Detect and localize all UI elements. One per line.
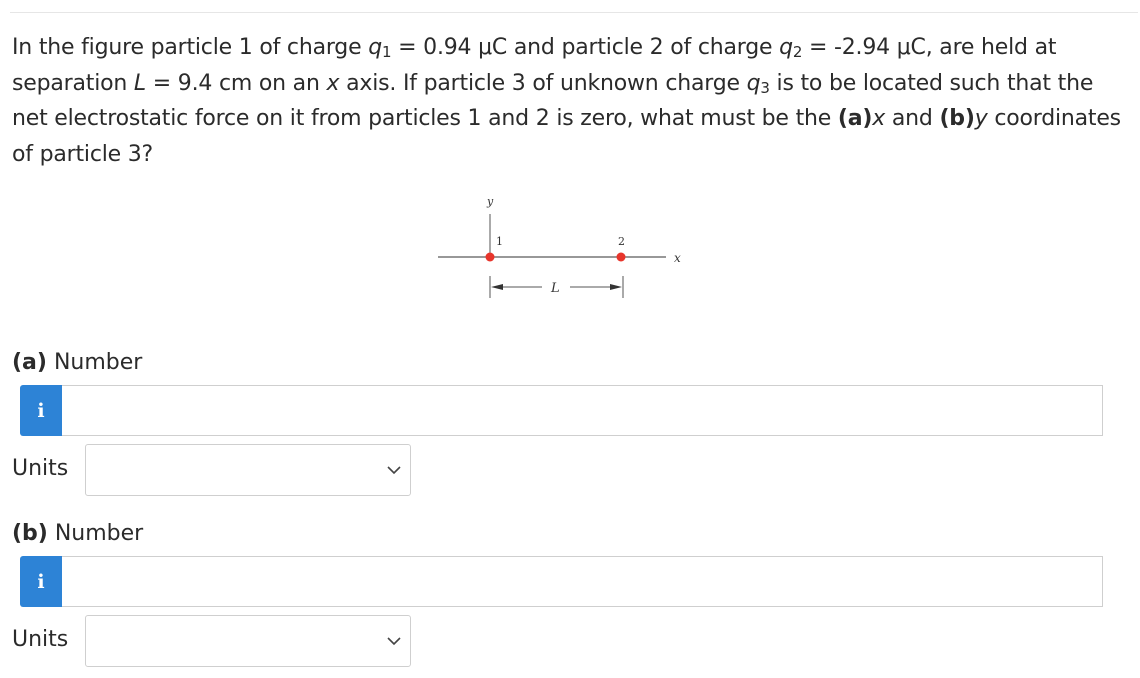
- question-segment: and: [885, 106, 940, 131]
- part-a-label-text: Number: [46, 350, 143, 375]
- part-b-info-button[interactable]: i: [20, 556, 62, 607]
- part-a-units-label: Units: [12, 456, 69, 481]
- question-text: In the figure particle 1 of charge q1 = …: [12, 30, 1132, 172]
- q3-symbol: q: [746, 70, 761, 96]
- question-segment: In the figure particle 1 of charge: [12, 35, 369, 60]
- info-icon: i: [37, 570, 45, 593]
- x-axis-label: x: [674, 251, 681, 265]
- part-b-number-input[interactable]: [62, 556, 1103, 607]
- separation-label: L: [550, 281, 560, 296]
- particle-1-label: 1: [496, 235, 503, 248]
- particle-figure: y x 1 2 L: [438, 190, 698, 310]
- q2-subscript: 2: [792, 43, 803, 61]
- chevron-down-icon: [387, 637, 401, 646]
- x-variable: x: [872, 106, 886, 131]
- particle-2-label: 2: [618, 235, 625, 248]
- q2-symbol: q: [779, 35, 793, 60]
- arrow-right-icon: [610, 284, 622, 290]
- question-segment: = 9.4 cm on an: [145, 70, 327, 96]
- top-divider: [10, 12, 1138, 13]
- x-symbol: x: [326, 70, 340, 96]
- part-a-units-select[interactable]: [85, 444, 411, 496]
- part-b-label-tag: (b): [12, 521, 48, 546]
- arrow-left-icon: [491, 284, 503, 290]
- particle-figure-svg: y x 1 2 L: [438, 195, 681, 298]
- part-a-tag: (a): [837, 106, 873, 131]
- q1-symbol: q: [368, 35, 382, 60]
- part-a-label-tag: (a): [12, 350, 47, 375]
- q1-subscript: 1: [381, 43, 392, 61]
- part-b-label-text: Number: [47, 521, 144, 546]
- part-b-units-select[interactable]: [85, 615, 411, 667]
- part-b-units-label: Units: [12, 627, 69, 652]
- part-a-label: (a) Number: [12, 350, 142, 375]
- info-icon: i: [37, 399, 45, 422]
- q3-subscript: 3: [760, 78, 770, 97]
- chevron-down-icon: [387, 466, 401, 475]
- part-a-number-input[interactable]: [62, 385, 1103, 436]
- particle-2: [616, 252, 626, 262]
- y-variable: y: [974, 106, 988, 131]
- question-segment: = 0.94 μC and particle 2 of charge: [391, 35, 780, 60]
- part-a-info-button[interactable]: i: [20, 385, 62, 436]
- question-segment: axis. If particle 3 of unknown charge: [339, 70, 747, 96]
- L-symbol: L: [133, 70, 146, 96]
- particle-1: [485, 252, 495, 262]
- part-b-tag: (b): [939, 106, 975, 131]
- y-axis-label: y: [486, 195, 494, 208]
- part-b-label: (b) Number: [12, 521, 143, 546]
